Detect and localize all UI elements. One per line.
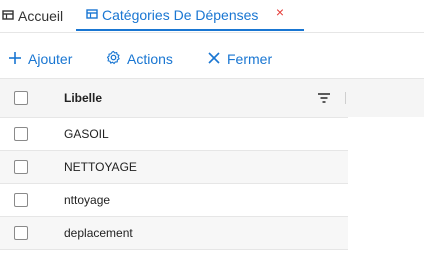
filter-icon[interactable]	[317, 92, 331, 107]
close-tab-icon[interactable]: ×	[273, 5, 287, 19]
grid-header-filler	[348, 78, 424, 117]
column-separator[interactable]	[345, 92, 346, 104]
tab-bar: Accueil Catégories De Dépenses ×	[0, 0, 424, 33]
tab-accueil[interactable]: Accueil	[2, 0, 63, 32]
table-row[interactable]: deplacement	[0, 217, 348, 250]
table-icon	[86, 7, 98, 23]
data-grid: Libelle GASOIL NETTOYAGE nttoyage deplac…	[0, 78, 348, 250]
gear-icon	[106, 50, 127, 68]
toolbar: Ajouter Actions Fermer	[0, 42, 424, 76]
row-checkbox[interactable]	[14, 127, 28, 141]
add-button-label: Ajouter	[28, 51, 73, 67]
tab-categories-depenses[interactable]: Catégories De Dépenses	[76, 0, 304, 31]
row-checkbox[interactable]	[14, 226, 28, 240]
column-header-libelle[interactable]: Libelle	[64, 91, 102, 105]
cell-libelle: NETTOYAGE	[64, 160, 137, 174]
actions-button[interactable]: Actions	[106, 42, 173, 76]
cell-libelle: deplacement	[64, 226, 133, 240]
actions-button-label: Actions	[127, 51, 173, 67]
close-button[interactable]: Fermer	[207, 42, 272, 76]
select-all-checkbox[interactable]	[14, 91, 28, 105]
table-icon	[2, 8, 14, 24]
table-row[interactable]: NETTOYAGE	[0, 151, 348, 184]
cell-libelle: nttoyage	[64, 193, 111, 207]
row-checkbox[interactable]	[14, 193, 28, 207]
plus-icon	[8, 51, 28, 68]
tab-categories-label: Catégories De Dépenses	[102, 6, 259, 23]
add-button[interactable]: Ajouter	[8, 42, 72, 76]
row-checkbox[interactable]	[14, 160, 28, 174]
table-row[interactable]: GASOIL	[0, 118, 348, 151]
close-button-label: Fermer	[227, 51, 273, 67]
tab-accueil-label: Accueil	[18, 8, 64, 24]
table-row[interactable]: nttoyage	[0, 184, 348, 217]
grid-header-row: Libelle	[0, 78, 348, 118]
cell-libelle: GASOIL	[64, 127, 109, 141]
close-icon	[207, 51, 227, 68]
